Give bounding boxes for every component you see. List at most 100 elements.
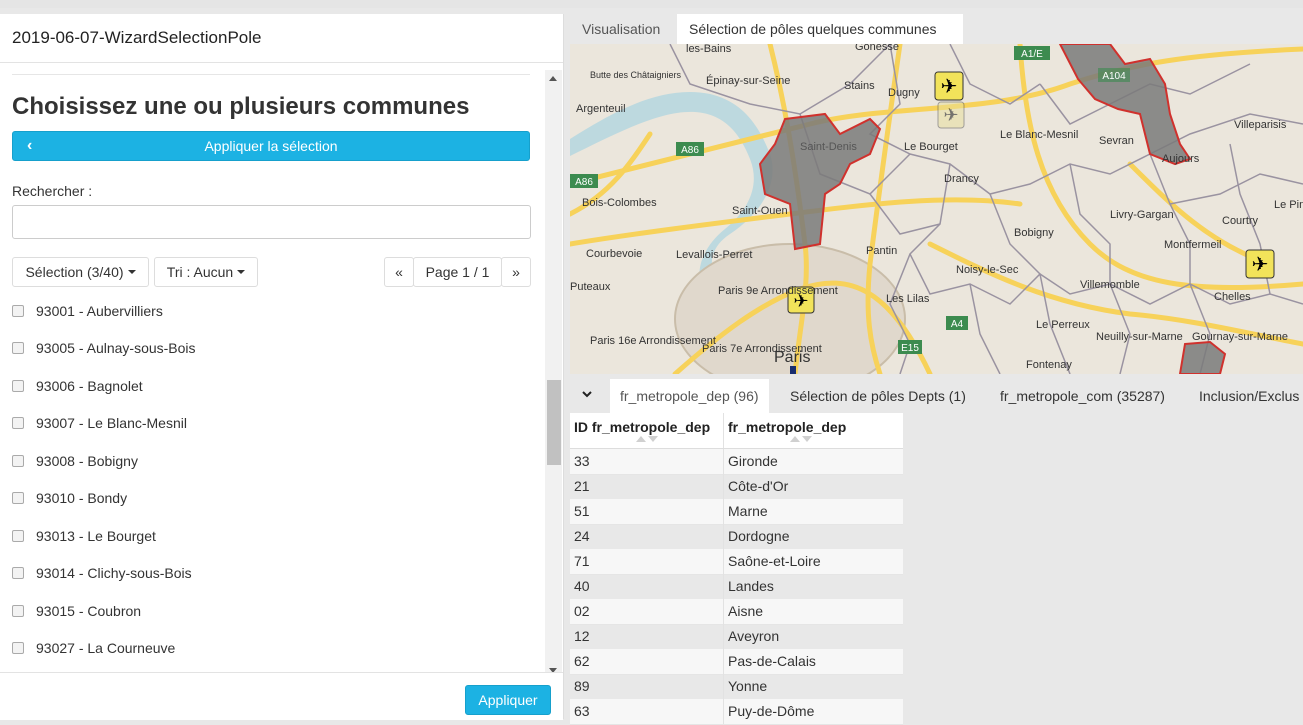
map-label: Paris <box>774 349 810 366</box>
map-label: Montfermeil <box>1164 239 1221 251</box>
table-row[interactable]: 02 Aisne <box>570 599 903 625</box>
search-input[interactable] <box>12 205 531 239</box>
scroll-up-icon[interactable] <box>549 76 557 81</box>
map-label: Dugny <box>888 87 920 99</box>
checkbox[interactable] <box>12 492 24 504</box>
commune-label: 93008 - Bobigny <box>36 453 138 469</box>
table-row[interactable]: 12 Aveyron <box>570 624 903 650</box>
map-view[interactable]: ✈ ✈ ✈ ✈ A1/E A86 A86 A104 E15 A4 les-Bai… <box>570 44 1303 374</box>
apply-selection-label: Appliquer la sélection <box>204 138 338 154</box>
cell-id: 12 <box>574 628 590 644</box>
svg-text:✈: ✈ <box>941 74 958 98</box>
map-label: Pantin <box>866 245 897 257</box>
column-header-name[interactable]: fr_metropole_dep <box>728 419 846 435</box>
page-heading: Choisissez une ou plusieurs communes <box>12 93 470 120</box>
checkbox[interactable] <box>12 417 24 429</box>
checkbox[interactable] <box>12 642 24 654</box>
checkbox[interactable] <box>12 530 24 542</box>
pager-prev-button[interactable]: « <box>384 257 414 287</box>
table-row[interactable]: 89 Yonne <box>570 674 903 700</box>
cell-name: Marne <box>728 503 768 519</box>
map-label: A1/E <box>1021 49 1043 60</box>
tab-selection-poles[interactable]: Sélection de pôles quelques communes <box>677 14 963 44</box>
checkbox[interactable] <box>12 567 24 579</box>
pager-next-button[interactable]: » <box>501 257 531 287</box>
checkbox[interactable] <box>12 455 24 467</box>
tab-selection-poles-depts[interactable]: Sélection de pôles Depts (1) <box>780 379 976 413</box>
divider <box>12 74 530 75</box>
panel-title: 2019-06-07-WizardSelectionPole <box>0 14 563 63</box>
map-label: A104 <box>1102 71 1126 82</box>
table-row[interactable]: 33 Gironde <box>570 449 903 475</box>
cell-name: Dordogne <box>728 528 790 544</box>
apply-selection-button[interactable]: ‹ Appliquer la sélection <box>12 131 530 161</box>
table-row[interactable]: 24 Dordogne <box>570 524 903 550</box>
commune-item[interactable]: 93006 - Bagnolet <box>12 374 143 398</box>
svg-text:✈: ✈ <box>943 105 958 126</box>
map-label: Villeparisis <box>1234 119 1287 131</box>
commune-item[interactable]: 93014 - Clichy-sous-Bois <box>12 561 192 585</box>
commune-item[interactable]: 93005 - Aulnay-sous-Bois <box>12 336 196 360</box>
table-header: ID fr_metropole_dep fr_metropole_dep <box>570 413 903 449</box>
selection-dropdown[interactable]: Sélection (3/40) <box>12 257 149 287</box>
sort-dropdown[interactable]: Tri : Aucun <box>154 257 258 287</box>
cell-id: 51 <box>574 503 590 519</box>
table-row[interactable]: 40 Landes <box>570 574 903 600</box>
checkbox[interactable] <box>12 380 24 392</box>
column-header-id[interactable]: ID fr_metropole_dep <box>574 419 710 435</box>
table-row[interactable]: 71 Saône-et-Loire <box>570 549 903 575</box>
map-label: Courtry <box>1222 215 1259 227</box>
table-row[interactable]: 21 Côte-d'Or <box>570 474 903 500</box>
commune-item[interactable]: 93027 - La Courneuve <box>12 636 175 660</box>
scrollbar-thumb[interactable] <box>547 380 561 465</box>
map-label: Levallois-Perret <box>676 249 752 261</box>
map-label: Bois-Colombes <box>582 197 657 209</box>
checkbox[interactable] <box>12 605 24 617</box>
map-label: A86 <box>575 177 593 188</box>
commune-item[interactable]: 93007 - Le Blanc-Mesnil <box>12 411 187 435</box>
chevron-down-icon[interactable] <box>582 389 592 399</box>
tab-fr-metropole-dep[interactable]: fr_metropole_dep (96) <box>610 379 769 413</box>
cell-name: Côte-d'Or <box>728 478 789 494</box>
table-row[interactable]: 63 Puy-de-Dôme <box>570 699 903 725</box>
airport-icon: ✈ <box>934 71 964 101</box>
list-scrollbar[interactable] <box>545 70 562 679</box>
map-label: Épinay-sur-Seine <box>706 74 790 87</box>
cell-name: Saône-et-Loire <box>728 553 821 569</box>
tab-visualisation[interactable]: Visualisation <box>570 14 677 44</box>
checkbox[interactable] <box>12 342 24 354</box>
map-label: A86 <box>681 145 699 156</box>
cell-name: Pas-de-Calais <box>728 653 816 669</box>
commune-item[interactable]: 93010 - Bondy <box>12 486 127 510</box>
wizard-panel: 2019-06-07-WizardSelectionPole Choisisse… <box>0 14 564 720</box>
commune-item[interactable]: 93013 - Le Bourget <box>12 524 156 548</box>
map-label: les-Bains <box>686 44 732 55</box>
map-label: Puteaux <box>570 281 611 293</box>
cell-name: Gironde <box>728 453 778 469</box>
map-label: Le Bourget <box>904 141 958 153</box>
commune-item[interactable]: 93008 - Bobigny <box>12 449 138 473</box>
pager-next-icon: » <box>512 264 520 280</box>
table-row[interactable]: 51 Marne <box>570 499 903 525</box>
sort-icon[interactable] <box>636 436 658 442</box>
sort-icon[interactable] <box>790 436 812 442</box>
checkbox[interactable] <box>12 305 24 317</box>
table-row[interactable]: 62 Pas-de-Calais <box>570 649 903 675</box>
cell-name: Aveyron <box>728 628 780 644</box>
map-label: Sevran <box>1099 135 1134 147</box>
commune-item[interactable]: 93001 - Aubervilliers <box>12 299 163 323</box>
map-label: Butte des Châtaigniers <box>590 70 682 80</box>
apply-button[interactable]: Appliquer <box>465 685 551 715</box>
tab-fr-metropole-com[interactable]: fr_metropole_com (35287) <box>990 379 1175 413</box>
commune-label: 93001 - Aubervilliers <box>36 303 163 319</box>
tab-inclusion-exclusion[interactable]: Inclusion/Exclus <box>1189 379 1303 413</box>
top-strip <box>0 0 1303 8</box>
panel-footer: Appliquer <box>0 672 563 720</box>
cell-id: 89 <box>574 678 590 694</box>
map-canvas[interactable]: ✈ ✈ ✈ ✈ A1/E A86 A86 A104 E15 A4 les-Bai… <box>570 44 1303 374</box>
pager-page-label: Page 1 / 1 <box>425 264 490 280</box>
commune-label: 93007 - Le Blanc-Mesnil <box>36 415 187 431</box>
sort-dropdown-label: Tri : Aucun <box>166 264 234 280</box>
commune-item[interactable]: 93015 - Coubron <box>12 599 141 623</box>
map-label: A4 <box>951 319 964 330</box>
